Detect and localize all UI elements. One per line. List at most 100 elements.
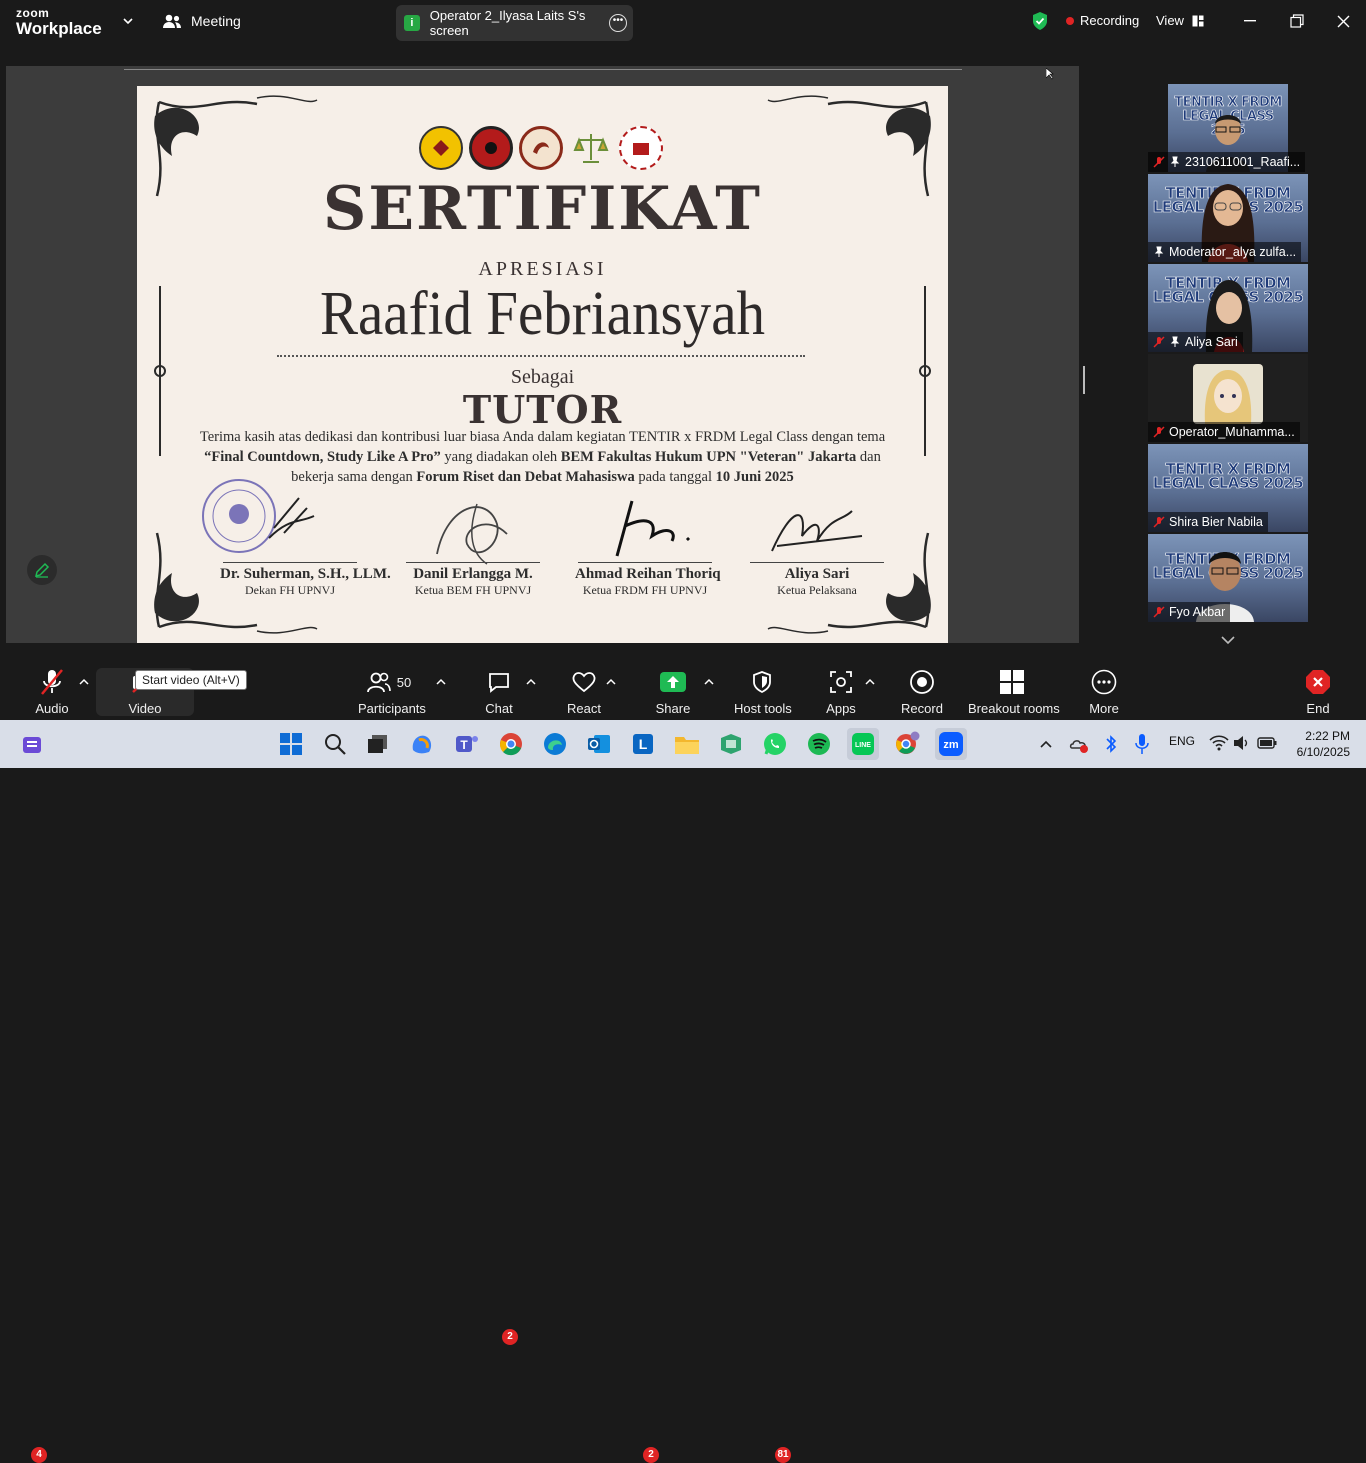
chat-button[interactable]: Chat	[480, 668, 518, 716]
panel-resize-handle[interactable]	[1083, 366, 1085, 394]
info-icon: i	[404, 15, 420, 31]
restore-icon[interactable]	[1287, 11, 1307, 31]
annotate-button[interactable]	[27, 555, 57, 585]
view-button[interactable]: View	[1156, 13, 1204, 28]
muted-mic-icon	[1153, 426, 1165, 438]
spotify-icon[interactable]	[803, 728, 835, 760]
apps-button[interactable]: Apps	[824, 668, 858, 716]
audio-button[interactable]: Audio	[27, 668, 77, 716]
system-clock[interactable]: 2:22 PM 6/10/2025	[1290, 728, 1350, 760]
participant-tile-6[interactable]: TENTIR X FRDM LEGAL CLASS 2025 Fyo Akbar	[1148, 534, 1308, 622]
file-explorer-icon[interactable]	[671, 728, 703, 760]
participants-button[interactable]: 50 Participants	[358, 668, 426, 716]
participant-label: Moderator_alya zulfa...	[1148, 242, 1302, 262]
participant-label: 2310611001_Raafi...	[1148, 152, 1306, 172]
more-button[interactable]: More	[1086, 668, 1122, 716]
task-view-icon[interactable]	[362, 728, 394, 760]
microphone-icon[interactable]	[1135, 733, 1149, 755]
record-button[interactable]: Record	[901, 668, 943, 716]
participants-count: 50	[396, 674, 412, 690]
certificate-slide: SERTIFIKAT APRESIASI Raafid Febriansyah …	[137, 86, 948, 643]
participant-name: Moderator_alya zulfa...	[1169, 245, 1297, 259]
chrome-icon[interactable]	[495, 728, 527, 760]
close-window-icon[interactable]	[1333, 11, 1353, 31]
end-meeting-button[interactable]: End	[1303, 668, 1333, 716]
clock-date: 6/10/2025	[1296, 745, 1350, 759]
meeting-info-button[interactable]: Meeting	[162, 13, 241, 29]
whatsapp-icon[interactable]	[759, 728, 791, 760]
battery-icon[interactable]	[1257, 736, 1277, 750]
signer-chair: Aliya Sari Ketua Pelaksana	[747, 562, 887, 598]
whatsapp-badge: 81	[775, 1447, 791, 1463]
certificate-subtitle: APRESIASI	[478, 258, 607, 280]
grid-view-icon	[1192, 15, 1204, 26]
dean-stamp	[202, 479, 315, 553]
screen-share-indicator[interactable]: i Operator 2_Ilyasa Laits S's screen •••	[396, 5, 633, 41]
recipient-name: Raafid Febriansyah	[319, 280, 766, 348]
more-options-icon[interactable]: •••	[609, 14, 627, 32]
signature-line	[578, 562, 712, 563]
copilot-icon[interactable]	[406, 728, 438, 760]
chevron-down-icon[interactable]	[121, 14, 135, 28]
search-icon[interactable]	[319, 728, 351, 760]
share-button[interactable]: Share	[652, 668, 694, 716]
line-icon[interactable]: LINE	[847, 728, 879, 760]
zoom-app-icon[interactable]: zm	[935, 728, 967, 760]
participants-caret-icon[interactable]	[436, 678, 446, 686]
share-screen-icon	[660, 672, 686, 692]
wifi-icon[interactable]	[1209, 735, 1229, 751]
teams-icon[interactable]: T	[451, 728, 483, 760]
participant-tile-2[interactable]: TENTIR X FRDM LEGAL CLASS 2025 Moderator…	[1148, 174, 1308, 262]
share-caret-icon[interactable]	[704, 678, 714, 686]
edge-icon[interactable]	[539, 728, 571, 760]
react-caret-icon[interactable]	[606, 678, 616, 686]
volume-icon[interactable]	[1233, 735, 1251, 751]
apps-caret-icon[interactable]	[865, 678, 875, 686]
chat-caret-icon[interactable]	[526, 678, 536, 686]
certificate-title: SERTIFIKAT	[323, 174, 762, 244]
outlook-icon[interactable]	[583, 728, 615, 760]
signer-dean: Dr. Suherman, S.H., LLM. Dekan FH UPNVJ	[220, 562, 391, 598]
participant-tile-5[interactable]: TENTIR X FRDM LEGAL CLASS 2025 Shira Bie…	[1148, 444, 1308, 532]
react-button[interactable]: React	[564, 668, 604, 716]
pencil-icon	[34, 562, 50, 578]
show-hidden-icons-icon[interactable]	[1040, 739, 1052, 749]
recipient-role: TUTOR	[462, 387, 623, 432]
widgets-icon[interactable]	[17, 728, 49, 760]
participant-tile-1[interactable]: 2310611001_Raafi...	[1148, 84, 1308, 172]
onedrive-icon[interactable]	[1069, 734, 1089, 754]
logo-bottom-text: Workplace	[16, 19, 102, 38]
recording-indicator[interactable]: Recording	[1066, 13, 1139, 28]
bluetooth-icon[interactable]	[1104, 734, 1118, 754]
breakout-rooms-button[interactable]: Breakout rooms	[968, 668, 1060, 716]
organizer-text: BEM Fakultas Hukum UPN "Veteran" Jakarta	[560, 449, 857, 465]
linkedin-learning-icon[interactable]: L	[627, 728, 659, 760]
host-tools-label: Host tools	[734, 701, 792, 716]
chair-signature	[771, 510, 863, 552]
chrome-profile-icon[interactable]	[891, 728, 923, 760]
record-icon	[910, 670, 934, 694]
host-tools-button[interactable]: Host tools	[734, 668, 792, 716]
signer-name: Aliya Sari	[784, 566, 850, 582]
background-banner: TENTIR X FRDM LEGAL CLASS 2025	[1152, 460, 1304, 492]
gallery-scroll-down-icon[interactable]	[1220, 634, 1236, 646]
language-indicator[interactable]: ENG	[1169, 734, 1195, 748]
organization-logos	[419, 126, 663, 170]
m365-icon[interactable]	[715, 728, 747, 760]
shared-screen-view[interactable]: SERTIFIKAT APRESIASI Raafid Febriansyah …	[6, 66, 1079, 643]
justice-scale-logo-icon	[569, 126, 613, 170]
chat-label: Chat	[485, 701, 513, 716]
minimize-icon[interactable]	[1240, 11, 1260, 31]
windows-start-icon[interactable]	[275, 728, 307, 760]
signer-role: Dekan FH UPNVJ	[245, 583, 335, 597]
shield-icon	[753, 671, 771, 694]
security-shield-icon[interactable]	[1031, 11, 1049, 31]
svg-text:zm: zm	[943, 739, 959, 751]
audio-options-caret-icon[interactable]	[79, 678, 89, 686]
svg-text:L: L	[639, 736, 648, 752]
meeting-toolbar: Audio Video 50 Participants Chat 2 React…	[0, 660, 1366, 1345]
participant-tile-3[interactable]: TENTIR X FRDM LEGAL CLASS 2025 Aliya Sar…	[1148, 264, 1308, 352]
participant-tile-4[interactable]: Operator_Muhamma...	[1148, 354, 1308, 442]
participant-label: Shira Bier Nabila	[1148, 512, 1268, 532]
signer-role: Ketua BEM FH UPNVJ	[414, 583, 532, 597]
